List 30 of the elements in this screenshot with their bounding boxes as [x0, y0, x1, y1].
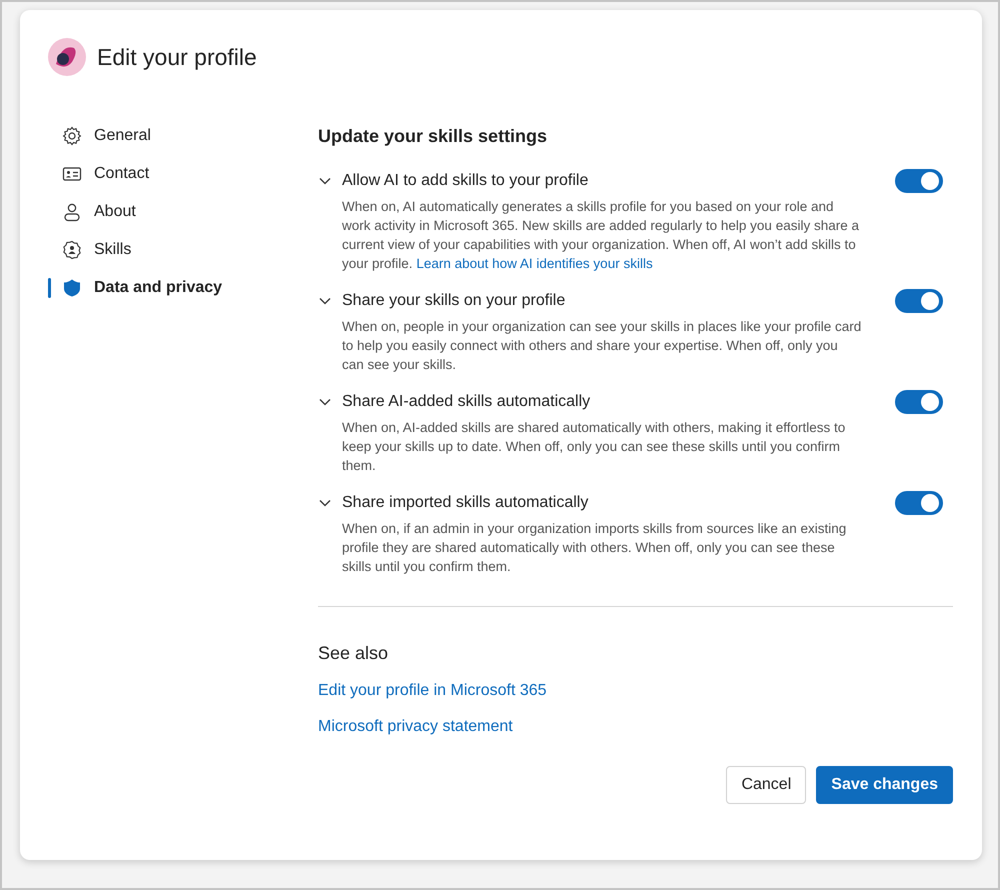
toggle-switch[interactable]	[895, 289, 943, 313]
see-also-link[interactable]: Microsoft privacy statement	[318, 718, 513, 736]
settings-icon	[62, 126, 82, 146]
cancel-button[interactable]: Cancel	[726, 766, 806, 804]
sidebar-item[interactable]: Contact	[48, 163, 318, 185]
toggle-switch[interactable]	[895, 169, 943, 193]
section-title: Update your skills settings	[318, 126, 548, 147]
setting-description: When on, people in your organization can see your skills in places like your profile card to help you easily connect with others and share your expertise. When off, only you can see your skills.	[342, 318, 862, 374]
sidebar-item[interactable]: Skills	[48, 239, 318, 261]
skills-badge-icon	[62, 240, 82, 260]
sidebar-item[interactable]: General	[48, 125, 318, 147]
see-also-link[interactable]: Edit your profile in Microsoft 365	[318, 682, 547, 700]
section-title: See also	[318, 643, 390, 664]
toggle-switch[interactable]	[895, 390, 943, 414]
setting-title: Share AI-added skills automatically	[342, 393, 592, 411]
setting-title: Allow AI to add skills to your profile	[342, 172, 590, 190]
setting-description: When on, AI-added skills are shared automatically with others, making it effortless to keep your skills up to date. When off, only you can see these skills until you confirm them.	[342, 419, 846, 475]
learn-more-link[interactable]: Learn about how AI identifies your skills	[416, 256, 653, 271]
setting-description: When on, AI automatically generates a skills profile for you based on your role and work activity in Microsoft 365. New skills are added regularly to help you easily share a current view of your capabilities with your organization. When off, AI won’t add skills to your profile. Learn about how AI identifies your skills	[342, 198, 860, 273]
sidebar-item[interactable]: Data and privacy	[48, 277, 318, 299]
person-icon	[62, 202, 82, 222]
toggle-switch[interactable]	[895, 491, 943, 515]
shield-icon	[62, 278, 82, 298]
sidebar-item[interactable]: About	[48, 201, 318, 223]
setting-title: Share your skills on your profile	[342, 292, 566, 310]
setting-description: When on, if an admin in your organization imports skills from sources like an existing profile they are shared automatically with others. When off, only you can see these skills until you confirm them.	[342, 520, 848, 576]
save-button[interactable]: Save changes	[816, 766, 953, 804]
dialog-title: Edit your profile	[97, 44, 257, 70]
setting-title: Share imported skills automatically	[342, 494, 590, 512]
avatar-icon	[48, 38, 86, 76]
